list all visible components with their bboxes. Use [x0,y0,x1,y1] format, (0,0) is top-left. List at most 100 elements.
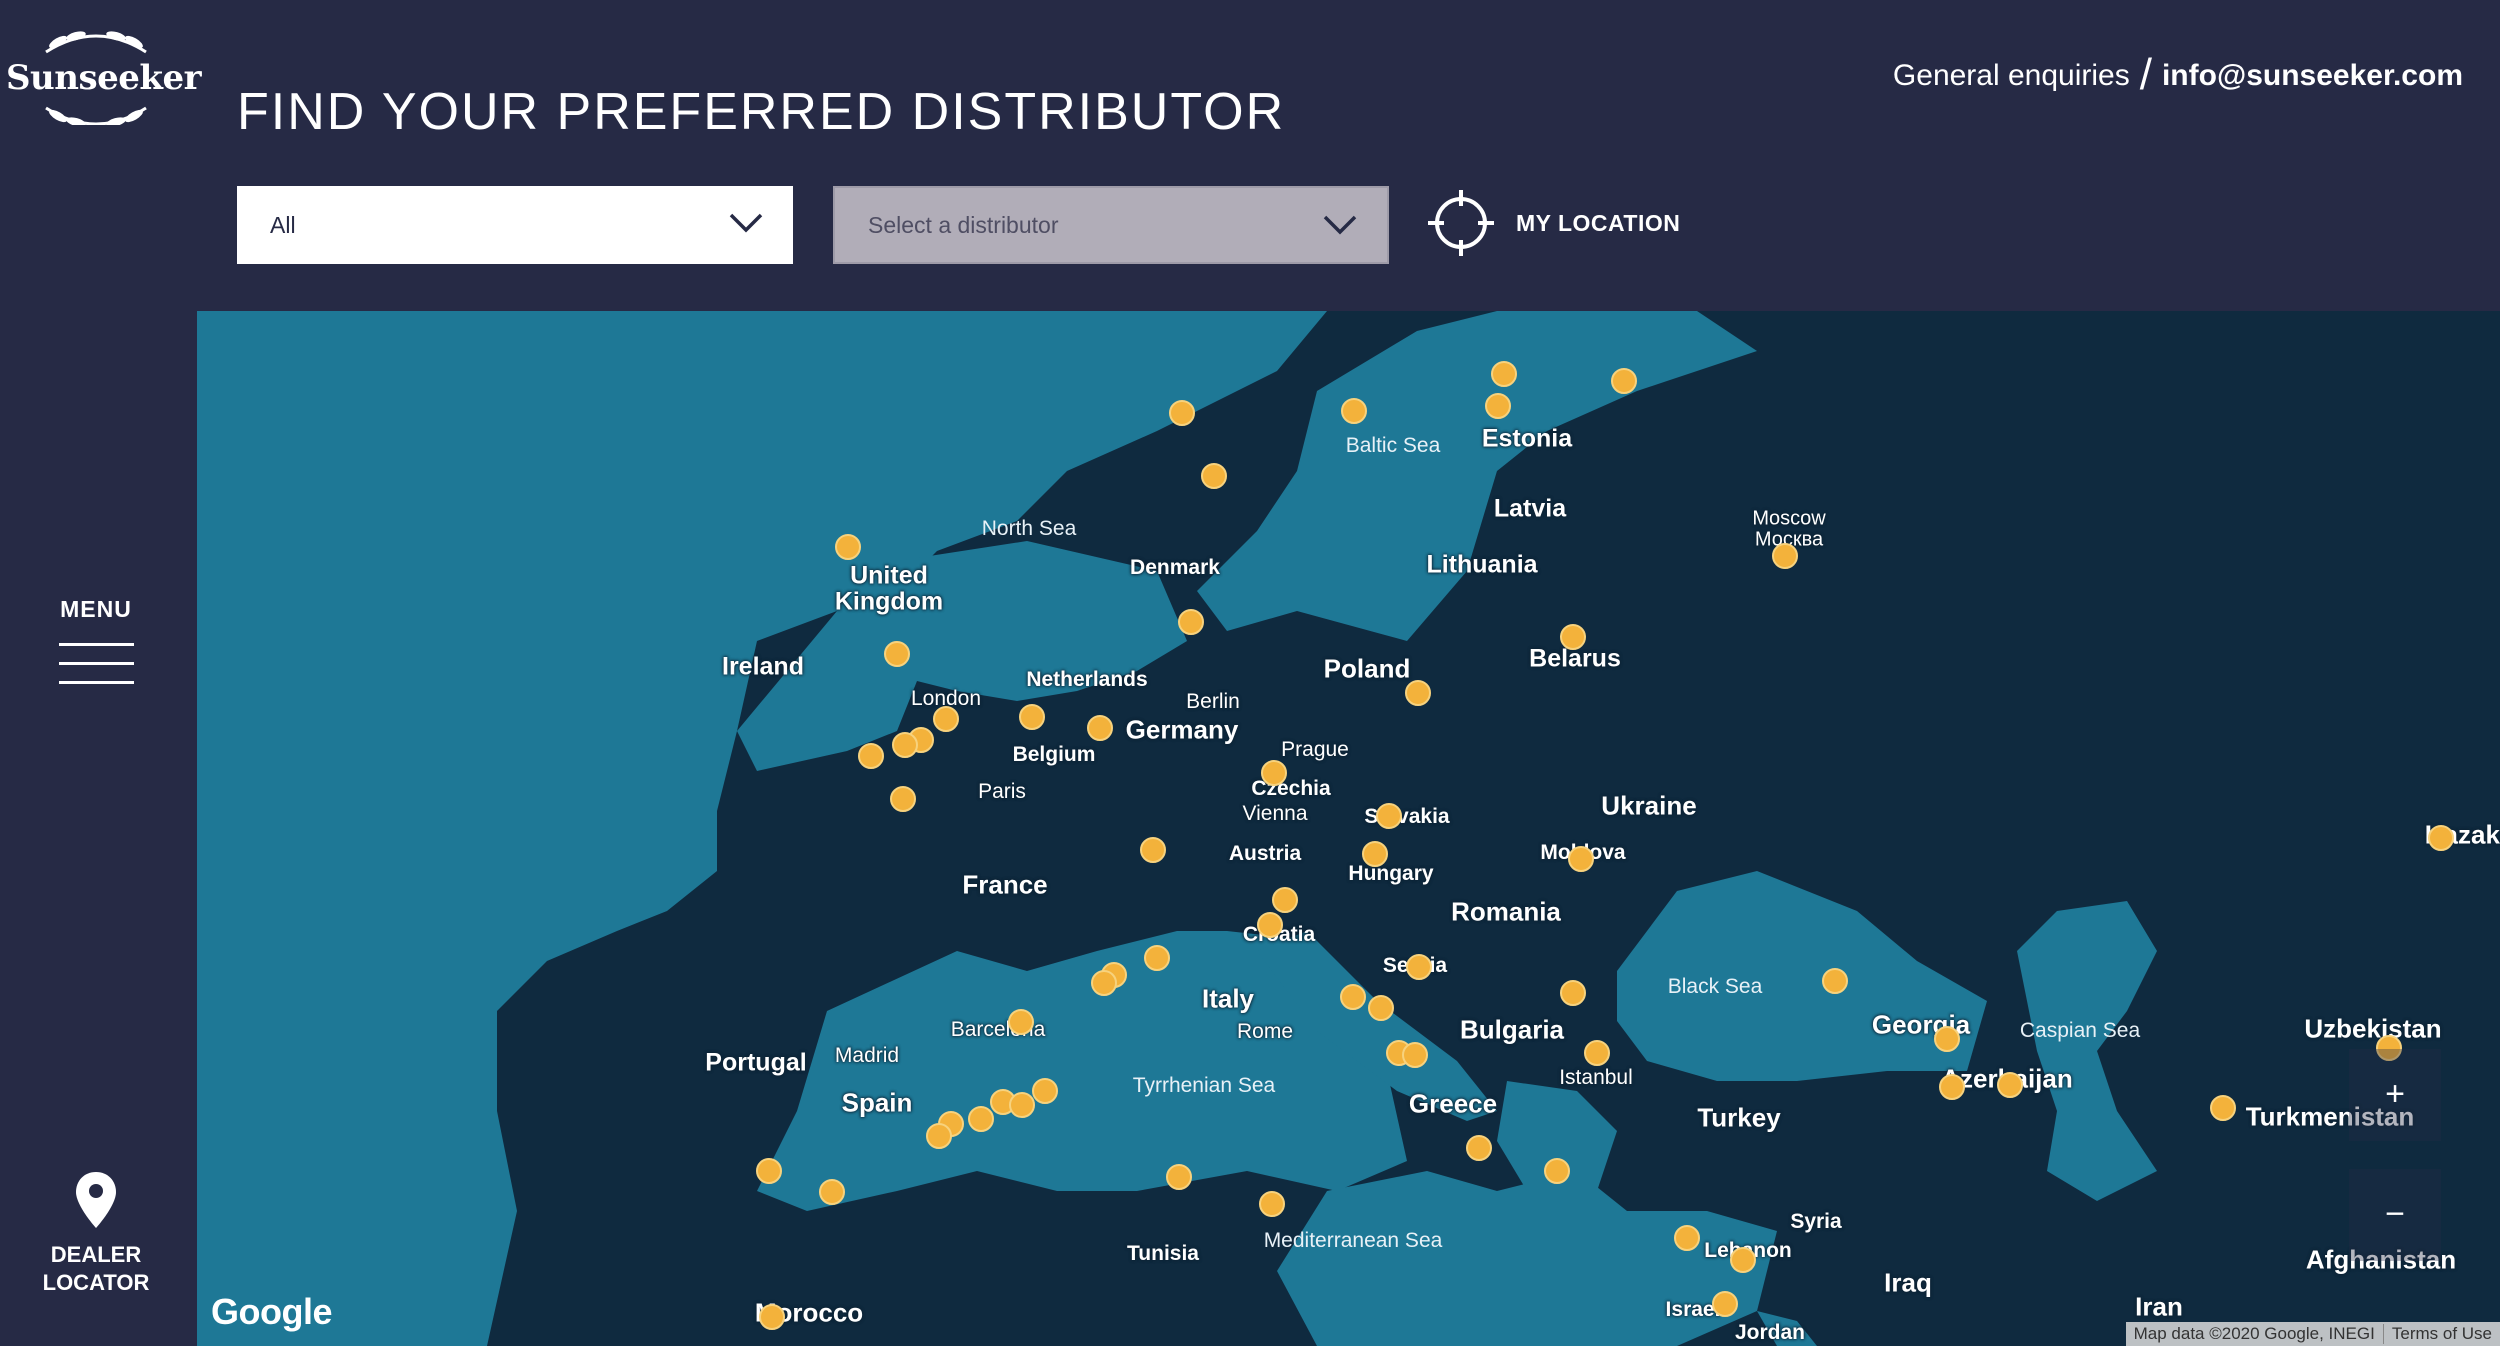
map-label-syria: Syria [1790,1210,1842,1233]
map-label-hungary: Hungary [1348,862,1434,885]
map-label-france: France [962,869,1048,900]
distributor-marker[interactable] [884,641,910,667]
distributor-map[interactable]: Estonia Latvia Lithuania Baltic Sea Nort… [197,311,2500,1346]
region-select-value: All [270,211,296,238]
map-label-lithuania: Lithuania [1426,550,1538,579]
map-label-latvia: Latvia [1493,494,1567,523]
page-title: FIND YOUR PREFERRED DISTRIBUTOR [237,83,1286,141]
map-label-poland: Poland [1323,653,1411,684]
distributor-marker[interactable] [819,1179,845,1205]
distributor-marker[interactable] [1730,1247,1756,1273]
distributor-marker[interactable] [1466,1135,1492,1161]
distributor-marker[interactable] [1402,1042,1428,1068]
map-label-iran: Iran [2135,1291,2183,1322]
distributor-marker[interactable] [1560,624,1586,650]
distributor-marker[interactable] [1087,715,1113,741]
distributor-marker[interactable] [1009,1092,1035,1118]
distributor-marker[interactable] [1259,1191,1285,1217]
distributor-marker[interactable] [1997,1072,2023,1098]
map-label-turkey: Turkey [1697,1102,1781,1133]
distributor-marker[interactable] [1008,1009,1034,1035]
distributor-marker[interactable] [1368,995,1394,1021]
map-label-ireland: Ireland [722,652,804,681]
distributor-marker[interactable] [1485,393,1511,419]
sidebar: Sunseeker MENU DEALER LOCATOR [0,0,202,1346]
menu-button[interactable]: MENU [0,596,192,700]
distributor-marker[interactable] [1772,543,1798,569]
distributor-select[interactable]: Select a distributor [833,186,1389,264]
distributor-marker[interactable] [933,706,959,732]
my-location-button[interactable]: MY LOCATION [1428,190,1680,256]
menu-label: MENU [60,596,132,622]
zoom-out-button[interactable]: − [2349,1169,2441,1261]
distributor-marker[interactable] [1032,1078,1058,1104]
distributor-marker[interactable] [1362,841,1388,867]
enquiries-email-link[interactable]: info@sunseeker.com [2162,59,2463,92]
distributor-marker[interactable] [1406,954,1432,980]
distributor-marker[interactable] [1611,368,1637,394]
distributor-marker[interactable] [1939,1074,1965,1100]
dealer-locator-button[interactable]: DEALER LOCATOR [0,1170,192,1297]
distributor-marker[interactable] [1491,361,1517,387]
map-label-baltic-sea: Baltic Sea [1345,434,1441,457]
distributor-marker[interactable] [1405,680,1431,706]
distributor-marker[interactable] [2428,825,2454,851]
distributor-marker[interactable] [1560,980,1586,1006]
distributor-marker[interactable] [1544,1158,1570,1184]
logo-wordmark: Sunseeker [6,58,202,98]
zoom-in-button[interactable]: + [2349,1049,2441,1141]
sunseeker-logo[interactable]: Sunseeker [6,30,202,127]
distributor-marker[interactable] [1166,1164,1192,1190]
distributor-marker[interactable] [759,1304,785,1330]
distributor-marker[interactable] [835,534,861,560]
distributor-marker[interactable] [756,1158,782,1184]
map-label-rome: Rome [1236,1020,1294,1043]
distributor-marker[interactable] [1169,400,1195,426]
map-label-germany: Germany [1125,714,1239,745]
distributor-marker[interactable] [1934,1026,1960,1052]
distributor-marker[interactable] [1091,970,1117,996]
map-label-istanbul: Istanbul [1559,1066,1633,1089]
distributor-marker[interactable] [1178,609,1204,635]
distributor-marker[interactable] [1674,1225,1700,1251]
map-label-paris: Paris [978,780,1026,803]
distributor-marker[interactable] [1272,887,1298,913]
distributor-marker[interactable] [1376,803,1402,829]
general-enquiries: General enquiries / info@sunseeker.com [1893,50,2463,100]
distributor-marker[interactable] [1341,398,1367,424]
distributor-marker[interactable] [1340,984,1366,1010]
dealer-locator-label: DEALER LOCATOR [0,1241,192,1297]
distributor-marker[interactable] [892,732,918,758]
distributor-marker[interactable] [1019,704,1045,730]
terms-of-use-link[interactable]: Terms of Use [2382,1324,2500,1344]
chevron-down-icon [1323,215,1357,235]
distributor-marker[interactable] [1584,1040,1610,1066]
distributor-marker[interactable] [926,1123,952,1149]
distributor-marker[interactable] [1257,912,1283,938]
map-label-romania: Romania [1451,896,1561,927]
distributor-marker[interactable] [1712,1291,1738,1317]
map-label-jordan: Jordan [1734,1321,1806,1344]
distributor-marker[interactable] [2210,1095,2236,1121]
distributor-marker[interactable] [858,743,884,769]
map-label-spain: Spain [841,1087,913,1118]
distributor-marker[interactable] [1261,760,1287,786]
distributor-marker[interactable] [890,786,916,812]
enquiries-separator: / [2139,50,2152,99]
distributor-marker[interactable] [968,1106,994,1132]
map-label-belgium: Belgium [1012,743,1096,766]
map-label-tyrrhenian-sea: Tyrrhenian Sea [1132,1074,1276,1097]
distributor-marker[interactable] [1568,846,1594,872]
map-label-tunisia: Tunisia [1127,1242,1199,1265]
map-label-netherlands: Netherlands [1026,668,1148,691]
google-logo: Google [211,1291,333,1332]
map-label-mediterranean-sea: Mediterranean Sea [1263,1229,1443,1252]
region-select[interactable]: All [237,186,793,264]
map-label-moscow: Moscow [1752,507,1826,530]
distributor-marker[interactable] [1140,837,1166,863]
distributor-marker[interactable] [1144,945,1170,971]
dealer-label-line2: LOCATOR [42,1270,150,1295]
distributor-select-placeholder: Select a distributor [868,211,1059,238]
distributor-marker[interactable] [1822,968,1848,994]
distributor-marker[interactable] [1201,463,1227,489]
